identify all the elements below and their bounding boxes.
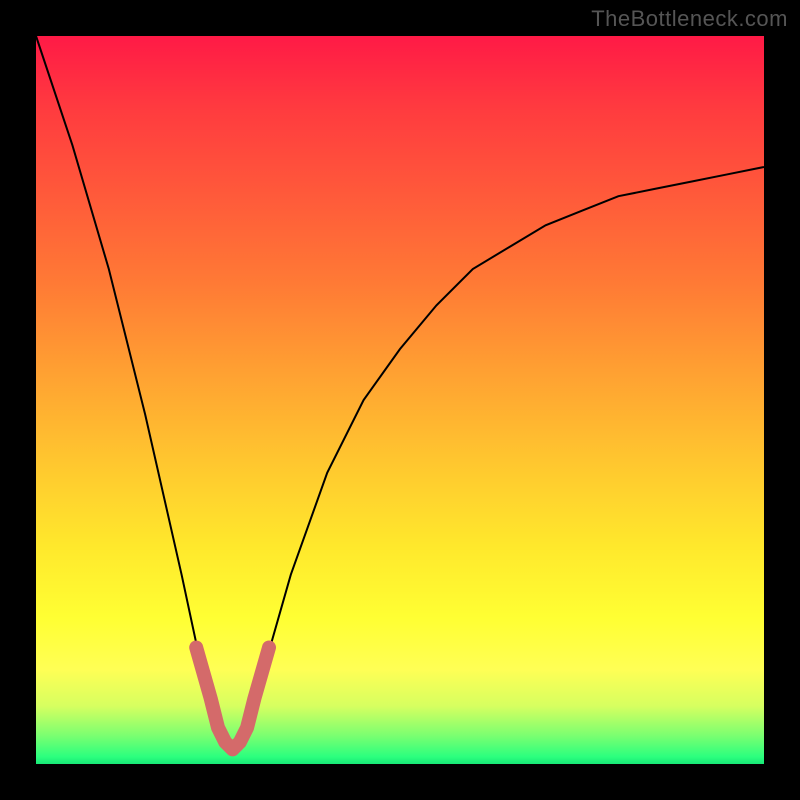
bottleneck-curve xyxy=(36,36,764,749)
highlight-min-segment xyxy=(196,648,269,750)
watermark-text: TheBottleneck.com xyxy=(591,6,788,32)
plot-area xyxy=(36,36,764,764)
curve-layer xyxy=(36,36,764,764)
chart-frame: TheBottleneck.com xyxy=(0,0,800,800)
